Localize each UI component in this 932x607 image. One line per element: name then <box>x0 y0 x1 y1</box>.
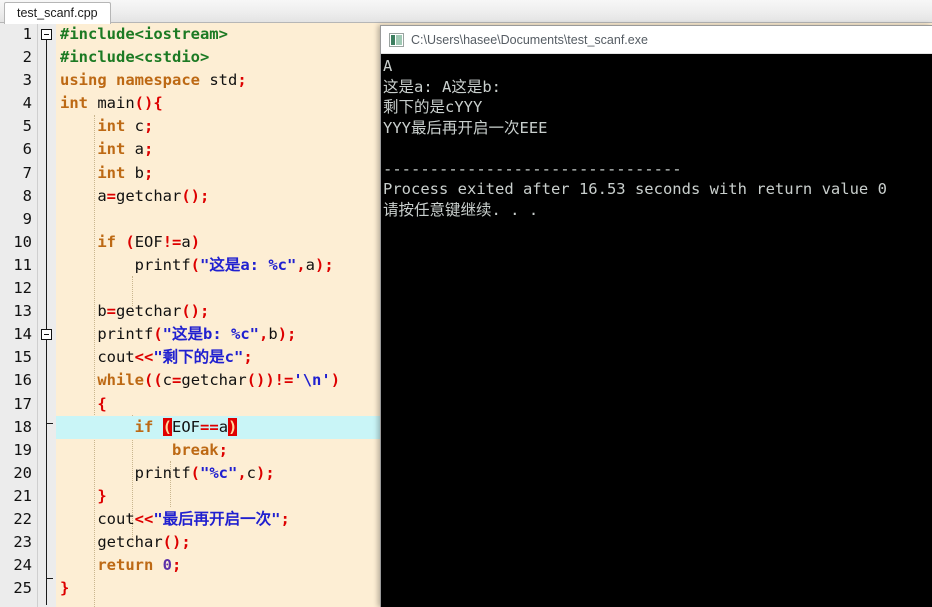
line-number: 15 <box>13 348 32 367</box>
line-number: 19 <box>13 440 32 459</box>
line-number: 3 <box>22 71 32 90</box>
line-number: 16 <box>13 371 32 390</box>
console-exit-status: Process exited after 16.53 seconds with … <box>383 180 887 198</box>
console-line: 这是a: A这是b: <box>383 77 511 96</box>
line-number: 2 <box>22 48 32 67</box>
line-number: 7 <box>22 163 32 182</box>
screen: test_scanf.cpp #include<iostream> #inclu… <box>0 0 932 607</box>
line-number: 1 <box>22 25 32 43</box>
console-line: 剩下的是cYYY <box>383 98 483 116</box>
tab-test-scanf-cpp[interactable]: test_scanf.cpp <box>4 2 111 24</box>
console-window[interactable]: C:\Users\hasee\Documents\test_scanf.exe … <box>380 25 932 607</box>
console-output[interactable]: A 这是a: A这是b: 剩下的是cYYY YYY最后再开启一次EEE ----… <box>381 54 932 607</box>
line-number: 20 <box>13 463 32 482</box>
tab-label: test_scanf.cpp <box>17 6 98 21</box>
line-number: 5 <box>22 117 32 136</box>
console-title-text: C:\Users\hasee\Documents\test_scanf.exe <box>411 32 648 47</box>
line-number: 23 <box>13 533 32 552</box>
fold-tick-line-21 <box>46 423 53 424</box>
line-number: 12 <box>13 279 32 298</box>
line-numbers: 1 2 3 4 5 6 7 8 9 10 11 12 13 14 15 16 1… <box>0 23 38 600</box>
line-number: 22 <box>13 509 32 528</box>
console-title-bar[interactable]: C:\Users\hasee\Documents\test_scanf.exe <box>381 26 932 54</box>
editor-tab-bar: test_scanf.cpp <box>0 0 932 24</box>
line-number: 8 <box>22 186 32 205</box>
console-prompt: 请按任意键继续. . . <box>383 200 539 219</box>
fold-toggle-line-4[interactable] <box>41 29 52 40</box>
line-number: 21 <box>13 486 32 505</box>
line-number: 25 <box>13 579 32 598</box>
console-line: YYY最后再开启一次EEE <box>383 118 548 137</box>
fold-end-line-25 <box>46 563 53 579</box>
line-number: 18 <box>13 417 32 436</box>
line-number: 14 <box>13 325 32 344</box>
line-number: 6 <box>22 140 32 159</box>
console-line: A <box>383 57 393 75</box>
line-number: 11 <box>13 255 32 274</box>
line-number: 10 <box>13 232 32 251</box>
line-number: 24 <box>13 556 32 575</box>
console-window-icon <box>389 32 404 47</box>
fold-line-main <box>46 40 47 605</box>
console-separator: -------------------------------- <box>383 159 682 178</box>
fold-toggle-line-17[interactable] <box>41 329 52 340</box>
line-number: 17 <box>13 394 32 413</box>
line-number: 4 <box>22 94 32 113</box>
line-number: 9 <box>22 209 32 228</box>
code-folding-column[interactable] <box>38 23 56 607</box>
line-number: 13 <box>13 302 32 321</box>
